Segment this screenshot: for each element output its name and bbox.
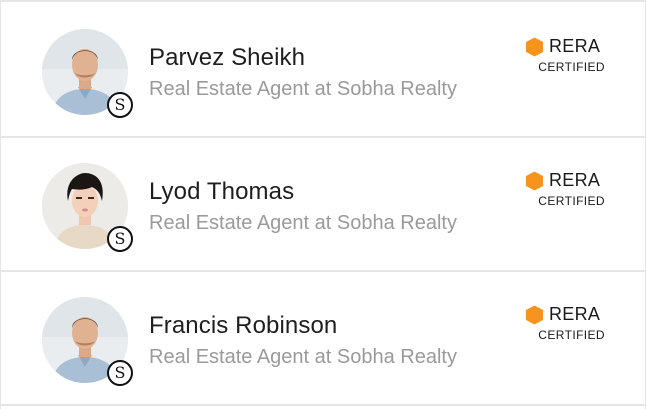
agent-name[interactable]: Lyod Thomas xyxy=(149,178,294,206)
agent-subtitle: Real Estate Agent at Sobha Realty xyxy=(149,212,457,234)
agent-name[interactable]: Francis Robinson xyxy=(149,312,337,340)
hexagon-icon xyxy=(526,37,543,57)
badge-subtitle: CERTIFIED xyxy=(538,194,605,208)
sobha-logo-icon: S xyxy=(107,226,133,252)
badge-title: RERA xyxy=(549,36,601,56)
agent-row[interactable]: S Francis Robinson Real Estate Agent at … xyxy=(1,272,645,406)
agent-subtitle: Real Estate Agent at Sobha Realty xyxy=(149,346,457,368)
agent-subtitle: Real Estate Agent at Sobha Realty xyxy=(149,78,457,100)
badge-subtitle: CERTIFIED xyxy=(538,60,605,74)
agent-row[interactable]: S Parvez Sheikh Real Estate Agent at Sob… xyxy=(1,4,645,138)
badge-title: RERA xyxy=(549,304,601,324)
badge-subtitle: CERTIFIED xyxy=(538,328,605,342)
sobha-logo-icon: S xyxy=(107,92,133,118)
sobha-logo-icon: S xyxy=(107,360,133,386)
rera-certified-badge: RERA CERTIFIED xyxy=(525,169,605,213)
hexagon-icon xyxy=(526,171,543,191)
hexagon-icon xyxy=(526,305,543,325)
agent-row[interactable]: S Lyod Thomas Real Estate Agent at Sobha… xyxy=(1,138,645,272)
rera-certified-badge: RERA CERTIFIED xyxy=(525,303,605,347)
agent-list: S Parvez Sheikh Real Estate Agent at Sob… xyxy=(0,0,646,409)
badge-title: RERA xyxy=(549,170,601,190)
rera-certified-badge: RERA CERTIFIED xyxy=(525,35,605,79)
agent-name[interactable]: Parvez Sheikh xyxy=(149,44,305,72)
